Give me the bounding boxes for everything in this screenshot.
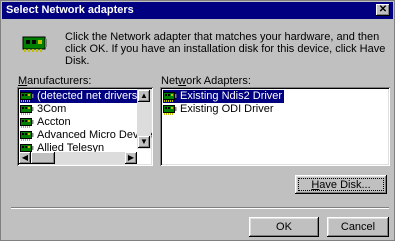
network-card-icon bbox=[163, 104, 177, 115]
network-card-icon bbox=[163, 91, 177, 102]
scroll-right-button[interactable]: ▶ bbox=[125, 152, 137, 164]
scroll-left-button[interactable]: ◀ bbox=[19, 152, 31, 164]
network-card-icon bbox=[20, 130, 34, 141]
close-button[interactable]: ✕ bbox=[376, 4, 390, 16]
horizontal-scroll-thumb[interactable] bbox=[31, 152, 55, 164]
ok-button[interactable]: OK bbox=[249, 217, 319, 237]
manufacturer-list-item[interactable]: 3Com bbox=[20, 103, 68, 116]
manufacturers-vertical-scrollbar[interactable]: ▲ ▼ bbox=[137, 89, 151, 149]
scroll-up-button[interactable]: ▲ bbox=[138, 90, 150, 102]
manufacturer-list-item-label: (detected net drivers) bbox=[37, 90, 141, 102]
manufacturer-list-item[interactable]: Accton bbox=[20, 116, 73, 129]
manufacturers-list[interactable]: (detected net drivers) 3Com Accton Advanced… bbox=[17, 87, 153, 166]
manufacturers-label: Manufacturers: bbox=[18, 75, 92, 87]
cancel-button[interactable]: Cancel bbox=[327, 217, 389, 237]
adapter-list-item-label: Existing ODI Driver bbox=[180, 103, 274, 115]
adapter-list-item[interactable]: Existing Ndis2 Driver bbox=[163, 90, 285, 103]
select-network-adapters-dialog: Select Network adapters ✕ Click the Netw… bbox=[0, 0, 395, 241]
title-bar[interactable]: Select Network adapters ✕ bbox=[2, 2, 393, 19]
network-card-icon bbox=[20, 117, 34, 128]
network-adapters-label: Network Adapters: bbox=[161, 75, 251, 87]
network-card-icon bbox=[20, 91, 34, 102]
manufacturer-list-item-label: Accton bbox=[37, 116, 71, 128]
manufacturers-horizontal-scrollbar[interactable]: ◀ ▶ bbox=[19, 152, 137, 164]
instruction-text: Click the Network adapter that matches y… bbox=[65, 31, 386, 67]
network-card-icon bbox=[22, 36, 47, 52]
separator-line bbox=[11, 207, 389, 209]
dialog-title: Select Network adapters bbox=[6, 4, 134, 16]
adapter-list-item-label: Existing Ndis2 Driver bbox=[180, 90, 283, 102]
network-adapters-list[interactable]: Existing Ndis2 Driver Existing ODI Driver bbox=[160, 87, 390, 166]
scroll-down-button[interactable]: ▼ bbox=[138, 136, 150, 148]
network-card-icon bbox=[20, 104, 34, 115]
have-disk-button[interactable]: Have Disk... bbox=[295, 175, 387, 194]
manufacturer-list-item[interactable]: Advanced Micro Device bbox=[20, 129, 153, 142]
adapter-list-item[interactable]: Existing ODI Driver bbox=[163, 103, 276, 116]
manufacturer-list-item-label: 3Com bbox=[37, 103, 67, 115]
manufacturer-list-item[interactable]: (detected net drivers) bbox=[20, 90, 143, 103]
manufacturer-list-item-label: Advanced Micro Device bbox=[37, 129, 153, 141]
